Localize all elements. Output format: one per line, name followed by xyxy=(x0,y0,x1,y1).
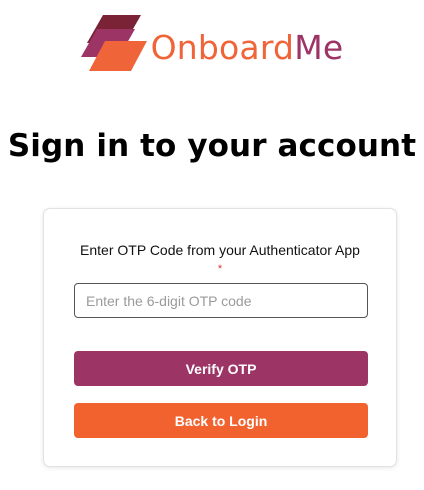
otp-label: Enter OTP Code from your Authenticator A… xyxy=(80,242,360,258)
page-title: Sign in to your account xyxy=(7,128,417,164)
stacked-layers-logo-icon xyxy=(80,15,147,71)
otp-input[interactable] xyxy=(74,283,368,318)
onboardme-logo: OnboardMe xyxy=(0,14,424,78)
sign-in-page: OnboardMe Sign in to your account Enter … xyxy=(0,0,424,490)
verify-otp-button[interactable]: Verify OTP xyxy=(74,351,368,386)
required-marker: * xyxy=(217,263,223,275)
brand-name: OnboardMe xyxy=(151,31,344,64)
otp-card: Enter OTP Code from your Authenticator A… xyxy=(43,208,397,467)
brand-name-part2: Me xyxy=(294,27,344,67)
brand-name-part1: Onboard xyxy=(150,27,295,67)
back-to-login-button[interactable]: Back to Login xyxy=(74,403,368,438)
